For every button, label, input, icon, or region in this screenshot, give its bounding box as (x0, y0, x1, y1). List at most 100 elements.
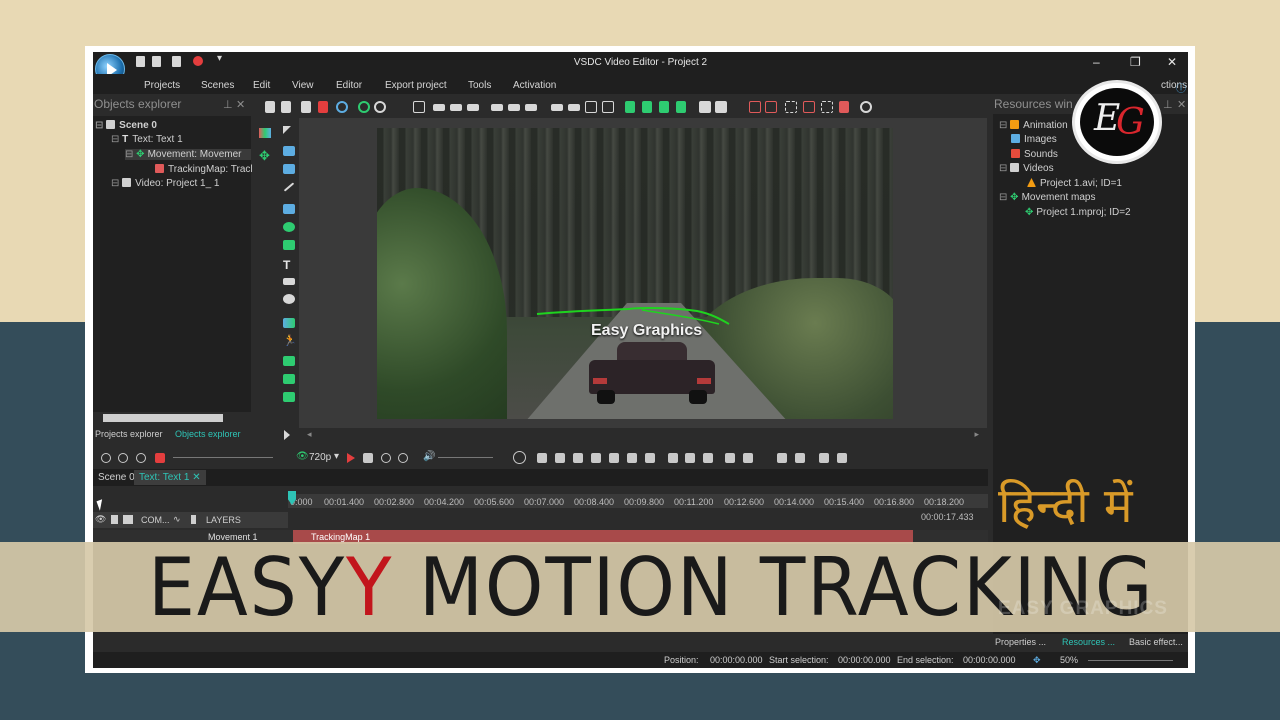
resource-animation[interactable]: ⊟ Animation (999, 120, 1068, 131)
align-right-icon[interactable] (467, 104, 479, 111)
restore-button[interactable]: ❐ (1130, 55, 1141, 69)
chart-tool-icon[interactable] (283, 318, 295, 328)
delete-icon[interactable] (318, 101, 328, 113)
send-backward-icon[interactable] (676, 101, 686, 113)
crop-icon[interactable] (749, 101, 761, 113)
pointer-icon[interactable] (283, 126, 291, 134)
pin-icon[interactable]: ⊥ (223, 98, 233, 111)
prev-frame-icon[interactable] (555, 453, 565, 463)
audio-tool-icon[interactable] (283, 374, 295, 384)
align-center-icon[interactable] (450, 104, 462, 111)
blend-icon[interactable] (191, 515, 196, 524)
bubble-tool-icon[interactable] (283, 294, 295, 304)
resource-project-avi[interactable]: Project 1.avi; ID=1 (1027, 178, 1122, 189)
zoom-in-icon[interactable] (101, 453, 111, 463)
group-icon[interactable] (699, 101, 711, 113)
canvas-horizontal-scrollbar[interactable]: ◂ ▸ (299, 428, 987, 440)
resolution-dropdown-icon[interactable]: ▾ (334, 451, 339, 462)
next-frame-icon[interactable] (627, 453, 637, 463)
same-size-icon[interactable] (585, 101, 597, 113)
volume-icon[interactable]: 🔊 (423, 451, 435, 462)
overlay-text[interactable]: Easy Graphics (591, 322, 702, 340)
menu-tools[interactable]: Tools (468, 80, 491, 91)
align-middle-icon[interactable] (508, 104, 520, 111)
close-panel-icon[interactable]: ✕ (236, 98, 245, 111)
align-clip-icon[interactable] (777, 453, 787, 463)
menu-activation[interactable]: Activation (513, 80, 556, 91)
tab-resources[interactable]: Resources ... (1062, 637, 1115, 647)
time-ruler[interactable]: 0:000 00:01.400 00:02.800 00:04.200 00:0… (288, 494, 988, 508)
circle-tool-icon[interactable] (336, 101, 348, 113)
menu-editor[interactable]: Editor (336, 80, 362, 91)
pause-icon[interactable] (136, 453, 146, 463)
timer-icon[interactable] (513, 451, 526, 464)
expand-icon[interactable] (837, 453, 847, 463)
volume-slider[interactable] (438, 457, 493, 458)
layout-icon[interactable] (259, 128, 271, 138)
cut-icon[interactable] (265, 101, 275, 113)
lock-layer-icon[interactable] (111, 515, 118, 524)
goto-marker-icon[interactable] (725, 453, 735, 463)
lock-icon[interactable] (839, 101, 849, 113)
paste-icon[interactable] (301, 101, 311, 113)
tab-properties[interactable]: Properties ... (995, 637, 1046, 647)
tree-item-trackingmap[interactable]: TrackingMap: Tracl (155, 164, 253, 175)
marker-icon[interactable] (591, 453, 601, 463)
split-icon[interactable] (668, 453, 678, 463)
loop-icon[interactable] (381, 453, 391, 463)
objects-horizontal-scrollbar[interactable] (93, 412, 251, 424)
bring-forward-icon[interactable] (659, 101, 669, 113)
distribute-h-icon[interactable] (551, 104, 563, 111)
snap-icon[interactable] (765, 101, 777, 113)
stop-icon[interactable] (363, 453, 373, 463)
play-icon[interactable] (347, 453, 355, 463)
shape-tool-icon[interactable] (283, 240, 295, 250)
next-marker-icon[interactable] (743, 453, 753, 463)
composite-icon[interactable] (123, 515, 133, 524)
align-top-icon[interactable] (491, 104, 503, 111)
audio-wave-icon[interactable]: ∿ (173, 514, 181, 525)
video-preview[interactable]: Easy Graphics (377, 128, 893, 419)
text-tool-icon[interactable]: T (283, 258, 290, 272)
animation-tool-icon[interactable]: 🏃 (283, 334, 297, 347)
grid-snap-icon[interactable] (803, 101, 815, 113)
stretch-icon[interactable] (602, 101, 614, 113)
fit-icon[interactable] (413, 101, 425, 113)
align-bottom-icon[interactable] (525, 104, 537, 111)
preview-eye-icon[interactable]: 👁 (296, 451, 309, 462)
expand-tools-icon[interactable] (284, 430, 290, 440)
record-marker-icon[interactable] (155, 453, 165, 463)
subtitle-tool-icon[interactable] (283, 278, 295, 285)
scroll-thumb[interactable] (103, 414, 223, 422)
align-left-icon[interactable] (433, 104, 445, 111)
step-back-icon[interactable] (573, 453, 583, 463)
tree-item-video[interactable]: ⊟ Video: Project 1_ 1 (111, 178, 220, 189)
menu-view[interactable]: View (292, 80, 314, 91)
eye-icon[interactable]: 👁 (95, 514, 106, 525)
menu-scenes[interactable]: Scenes (201, 80, 234, 91)
resource-movement-maps[interactable]: ⊟ ✥ Movement maps (999, 192, 1095, 203)
ellipse-tool-icon[interactable] (283, 222, 295, 232)
resource-images[interactable]: Images (1011, 134, 1057, 145)
ungroup-icon[interactable] (715, 101, 727, 113)
menu-projects[interactable]: Projects (144, 80, 180, 91)
ripple-icon[interactable] (703, 453, 713, 463)
rectangle-tool-icon[interactable] (283, 204, 295, 214)
distribute-v-icon[interactable] (568, 104, 580, 111)
move-up-icon[interactable] (625, 101, 635, 113)
undo-icon[interactable] (358, 101, 370, 113)
tree-item-scene[interactable]: ⊟ Scene 0 (95, 120, 157, 131)
image-tool-icon[interactable] (283, 356, 295, 366)
zoom-slider-status[interactable] (1088, 660, 1173, 661)
close-button[interactable]: ✕ (1167, 55, 1177, 69)
minimize-button[interactable]: – (1093, 55, 1100, 69)
video-tool-icon[interactable] (283, 392, 295, 402)
move-down-icon[interactable] (642, 101, 652, 113)
copy-icon[interactable] (281, 101, 291, 113)
line-tool-icon[interactable] (283, 182, 295, 192)
settings-gear-icon[interactable] (860, 101, 872, 113)
tab-scene-0[interactable]: Scene 0 (93, 470, 140, 485)
tab-text-1[interactable]: Text: Text 1 ✕ (134, 470, 206, 485)
go-end-icon[interactable] (645, 453, 655, 463)
tab-basic-effects[interactable]: Basic effect... (1129, 637, 1183, 647)
